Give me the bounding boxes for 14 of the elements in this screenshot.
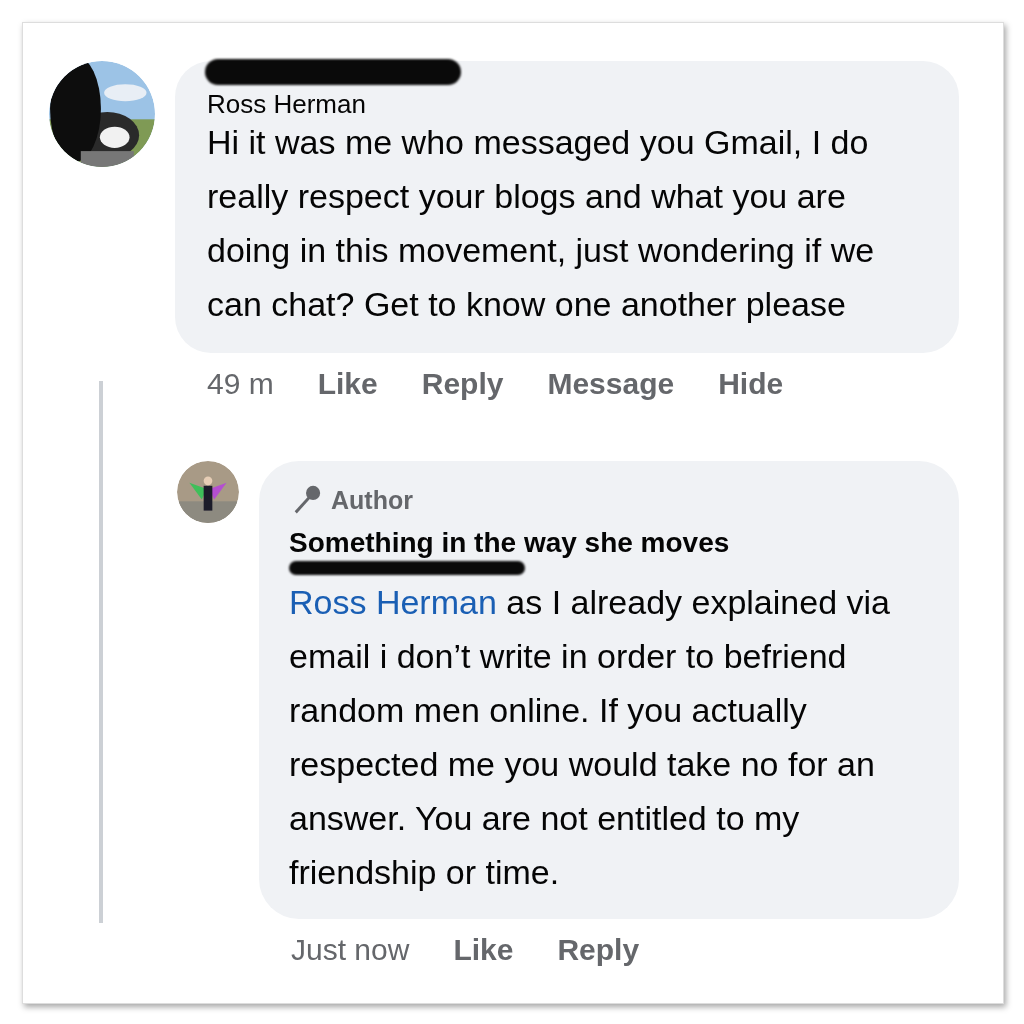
timestamp: Just now (291, 933, 410, 967)
author-name[interactable]: Ross Herman (207, 89, 366, 119)
action-link[interactable]: Reply (421, 367, 504, 401)
mention-link[interactable]: Ross Herman (289, 583, 497, 621)
comment-text: Hi it was me who messaged you Gmail, I do really respect your blogs and what you are doing in this movement, just wondering if we can chat? Get to know one another please (207, 122, 876, 325)
timestamp: 49 m (207, 367, 274, 401)
author-name[interactable]: Something in the way she moves (289, 527, 929, 559)
action-link[interactable]: Reply (557, 933, 640, 967)
action-link[interactable]: Like (453, 933, 514, 967)
action-link[interactable]: Hide (718, 367, 784, 401)
reply-text: Ross Herman as I already explained via email i don’t write in order to befriend random men online. If you actually respected me you would take no for an answer. You are not entitled to my friendship or time. (289, 582, 891, 893)
action-link[interactable]: Message (547, 367, 675, 401)
author-label: Author (331, 485, 413, 515)
action-link[interactable]: Like (317, 367, 378, 401)
